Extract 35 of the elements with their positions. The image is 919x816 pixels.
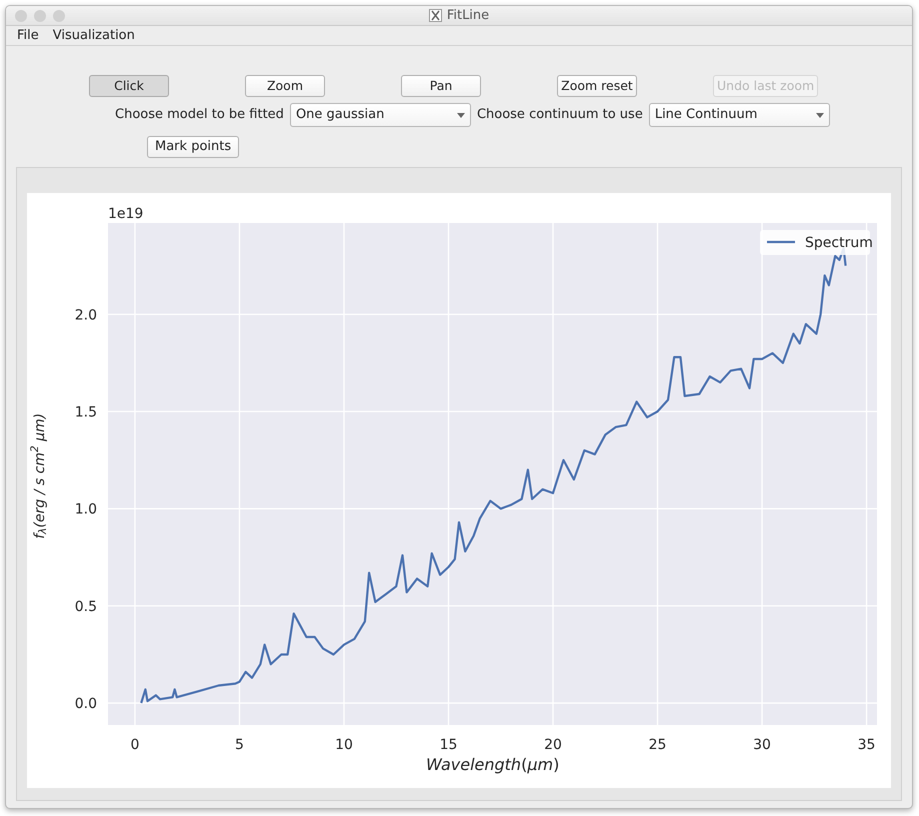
- toolbar-button[interactable]: Pan: [401, 75, 481, 97]
- x-tick-label: 20: [544, 736, 562, 753]
- toolbar-button[interactable]: Zoom reset: [557, 75, 637, 97]
- menu-item[interactable]: File: [17, 26, 39, 46]
- x-tick-label: 5: [235, 736, 244, 753]
- mark-points-button[interactable]: Mark points: [147, 136, 240, 158]
- x-tick-label: 0: [130, 736, 140, 753]
- x-tick-label: 15: [440, 736, 458, 753]
- model-label: Choose model to be fitted: [115, 106, 284, 124]
- y-tick-label: 1.0: [74, 501, 97, 518]
- y-tick-label: 2.0: [74, 307, 97, 324]
- dropdown-caret-icon: [456, 112, 465, 118]
- x-tick-label: 25: [648, 736, 666, 753]
- legend-line-icon: [767, 240, 795, 243]
- x-tick-label: 35: [858, 736, 876, 753]
- x-app-icon: [428, 9, 442, 22]
- toolbar-button[interactable]: Click: [89, 75, 169, 97]
- x-tick-label: 10: [335, 736, 353, 753]
- continuum-dropdown[interactable]: Line Continuum: [648, 103, 830, 127]
- continuum-label: Choose continuum to use: [476, 106, 643, 124]
- legend-label: Spectrum: [805, 234, 873, 251]
- y-tick-label: 0.5: [74, 598, 97, 615]
- maximize-window-icon[interactable]: [53, 10, 65, 22]
- x-axis-title: Wavelength(μm): [426, 754, 560, 776]
- minimize-window-icon[interactable]: [34, 10, 46, 22]
- axis-offset-label: 1e19: [108, 206, 144, 222]
- dropdown-caret-icon: [816, 112, 824, 118]
- window-title: FitLine: [446, 6, 490, 25]
- y-tick-label: 1.5: [74, 404, 97, 420]
- menu-item[interactable]: Visualization: [52, 26, 135, 46]
- y-tick-label: 0.0: [74, 696, 97, 712]
- x-tick-label: 30: [753, 736, 771, 753]
- toolbar-button[interactable]: Zoom: [245, 75, 325, 97]
- model-dropdown[interactable]: One gaussian: [290, 103, 471, 127]
- close-window-icon[interactable]: [15, 10, 27, 22]
